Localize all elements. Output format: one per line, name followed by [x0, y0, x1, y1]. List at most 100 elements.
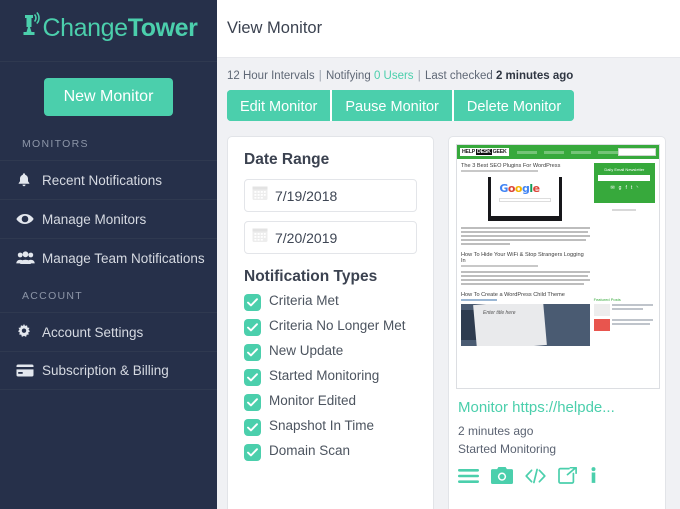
notification-type-monitor-edited[interactable]: Monitor Edited — [244, 392, 417, 412]
featured-post-item — [593, 319, 655, 332]
checkbox-checked-icon[interactable] — [244, 419, 261, 437]
snapshot-ad-label — [612, 209, 637, 212]
sidebar-item-label: Subscription & Billing — [42, 363, 169, 378]
snapshot-event-type: Started Monitoring — [458, 442, 557, 457]
notification-types-list: Criteria Met Criteria No Longer Met New … — [244, 292, 417, 462]
notification-type-snapshot-in-time[interactable]: Snapshot In Time — [244, 417, 417, 437]
sidebar-item-manage-team-notifications[interactable]: Manage Team Notifications — [0, 238, 217, 277]
delete-monitor-button[interactable]: Delete Monitor — [453, 89, 575, 122]
notifying-count[interactable]: 0 Users — [374, 70, 414, 82]
checkbox-checked-icon[interactable] — [244, 444, 261, 462]
gear-icon — [16, 324, 42, 340]
snapshot-sidebar-column: Daily Email Newsletter ✉ g f t ◝ Feature… — [593, 163, 655, 346]
page-title: View Monitor — [227, 18, 323, 37]
sidebar-item-label: Recent Notifications — [42, 172, 163, 188]
sidebar-item-label: Manage Team Notifications — [42, 250, 205, 266]
users-icon — [16, 251, 42, 265]
snapshot-featured-posts: Featured Posts — [593, 297, 655, 332]
nav-link-placeholder — [543, 150, 564, 154]
notifying-label: Notifying — [325, 69, 371, 82]
sidebar-section-account-title: ACCOUNT — [22, 290, 84, 302]
camera-icon[interactable] — [491, 467, 513, 485]
snapshot-article-3-image: Enter title here — [461, 304, 590, 347]
notification-type-new-update[interactable]: New Update — [244, 342, 417, 362]
newsletter-social-icons: ✉ g f t ◝ — [610, 185, 638, 191]
edit-monitor-button[interactable]: Edit Monitor — [227, 89, 333, 122]
site-logo-part-3: GEEK — [492, 149, 507, 156]
checkbox-checked-icon[interactable] — [244, 344, 261, 362]
newsletter-email-input — [598, 175, 651, 182]
checkbox-checked-icon[interactable] — [244, 319, 261, 337]
info-icon[interactable] — [589, 467, 598, 484]
notification-type-criteria-met[interactable]: Criteria Met — [244, 292, 417, 312]
notification-type-domain-scan[interactable]: Domain Scan — [244, 442, 417, 462]
snapshot-article-2-body — [461, 271, 590, 286]
sidebar-item-account-settings[interactable]: Account Settings — [0, 312, 217, 351]
calendar-icon — [252, 227, 268, 248]
new-monitor-button[interactable]: New Monitor — [43, 78, 174, 116]
code-icon[interactable] — [525, 468, 546, 484]
snapshot-article-1-body — [461, 227, 590, 246]
google-plus-icon: g — [618, 185, 622, 192]
rss-icon: ◝ — [636, 185, 639, 192]
notification-type-criteria-no-longer-met[interactable]: Criteria No Longer Met — [244, 317, 417, 337]
calendar-icon — [252, 185, 268, 206]
snapshot-thumbnail[interactable]: HELPDESKGEEK The 3 Best SEO Plugins Fo — [456, 144, 660, 390]
checkbox-checked-icon[interactable] — [244, 294, 261, 312]
start-date-input[interactable]: 7/19/2018 — [244, 179, 417, 213]
date-range-heading: Date Range — [244, 151, 330, 169]
notification-type-label: Criteria No Longer Met — [269, 318, 406, 334]
external-link-icon[interactable] — [558, 467, 577, 485]
logo-text-change: Change — [42, 14, 129, 42]
sidebar-section-monitors-title: MONITORS — [22, 138, 89, 150]
status-separator: | — [417, 69, 421, 82]
nav-link-placeholder — [570, 150, 591, 154]
broadcast-tower-icon — [20, 11, 42, 45]
snapshot-site-logo: HELP DESK GEEK — [460, 148, 509, 157]
notification-type-started-monitoring[interactable]: Started Monitoring — [244, 367, 417, 387]
google-wordmark: Google — [499, 182, 552, 203]
site-logo-part-1: HELP — [462, 149, 476, 156]
notification-type-label: Snapshot In Time — [269, 418, 375, 434]
filters-panel: Date Range 7/19/2018 7/20/2019 Notificat… — [227, 136, 434, 509]
main-content: View Monitor 12 Hour Intervals | Notifyi… — [217, 0, 680, 509]
sidebar-item-label: Account Settings — [42, 324, 144, 340]
notification-type-label: New Update — [269, 343, 344, 359]
eye-icon — [16, 212, 42, 226]
nav-link-placeholder — [597, 150, 618, 154]
monitor-link[interactable]: Monitor https://helpde... — [458, 399, 658, 416]
twitter-icon: t — [630, 185, 633, 192]
facebook-icon: f — [625, 185, 627, 192]
sidebar-item-subscription-billing[interactable]: Subscription & Billing — [0, 351, 217, 390]
checkbox-checked-icon[interactable] — [244, 369, 261, 387]
snapshot-caption: Monitor https://helpde... 2 minutes ago … — [456, 389, 658, 485]
last-checked-value: 2 minutes ago — [495, 69, 574, 82]
featured-posts-title: Featured Posts — [593, 297, 621, 303]
end-date-input[interactable]: 7/20/2019 — [244, 221, 417, 255]
featured-post-item — [593, 304, 655, 317]
google-search-bar — [499, 198, 552, 203]
monitor-action-buttons: Edit Monitor Pause Monitor Delete Monito… — [227, 89, 575, 122]
notification-type-label: Domain Scan — [269, 443, 351, 459]
credit-card-icon — [16, 364, 42, 377]
snapshot-article-1-image: Google — [461, 175, 590, 224]
snapshot-search-box — [617, 148, 656, 157]
snapshot-article-3-title: How To Create a WordPress Child Theme — [461, 292, 565, 299]
checkbox-checked-icon[interactable] — [244, 394, 261, 412]
snapshot-image-caption: Enter title here — [483, 310, 516, 317]
status-bar: 12 Hour Intervals | Notifying 0 Users | … — [217, 58, 680, 82]
snapshot-article-meta — [461, 265, 539, 268]
topbar: View Monitor — [217, 0, 680, 58]
snapshot-article-1-title: The 3 Best SEO Plugins For WordPress — [461, 163, 561, 170]
list-icon[interactable] — [458, 468, 479, 484]
brand-logo[interactable]: Change Tower — [0, 0, 217, 62]
sidebar-item-manage-monitors[interactable]: Manage Monitors — [0, 199, 217, 238]
snapshot-article-meta — [461, 299, 498, 302]
pause-monitor-button[interactable]: Pause Monitor — [332, 89, 454, 122]
snapshot-action-bar — [458, 467, 658, 485]
sidebar-item-recent-notifications[interactable]: Recent Notifications — [0, 160, 217, 199]
app-root: Change Tower New Monitor MONITORS Recent … — [0, 0, 680, 509]
bell-icon — [16, 172, 42, 188]
notification-type-label: Monitor Edited — [269, 393, 357, 409]
